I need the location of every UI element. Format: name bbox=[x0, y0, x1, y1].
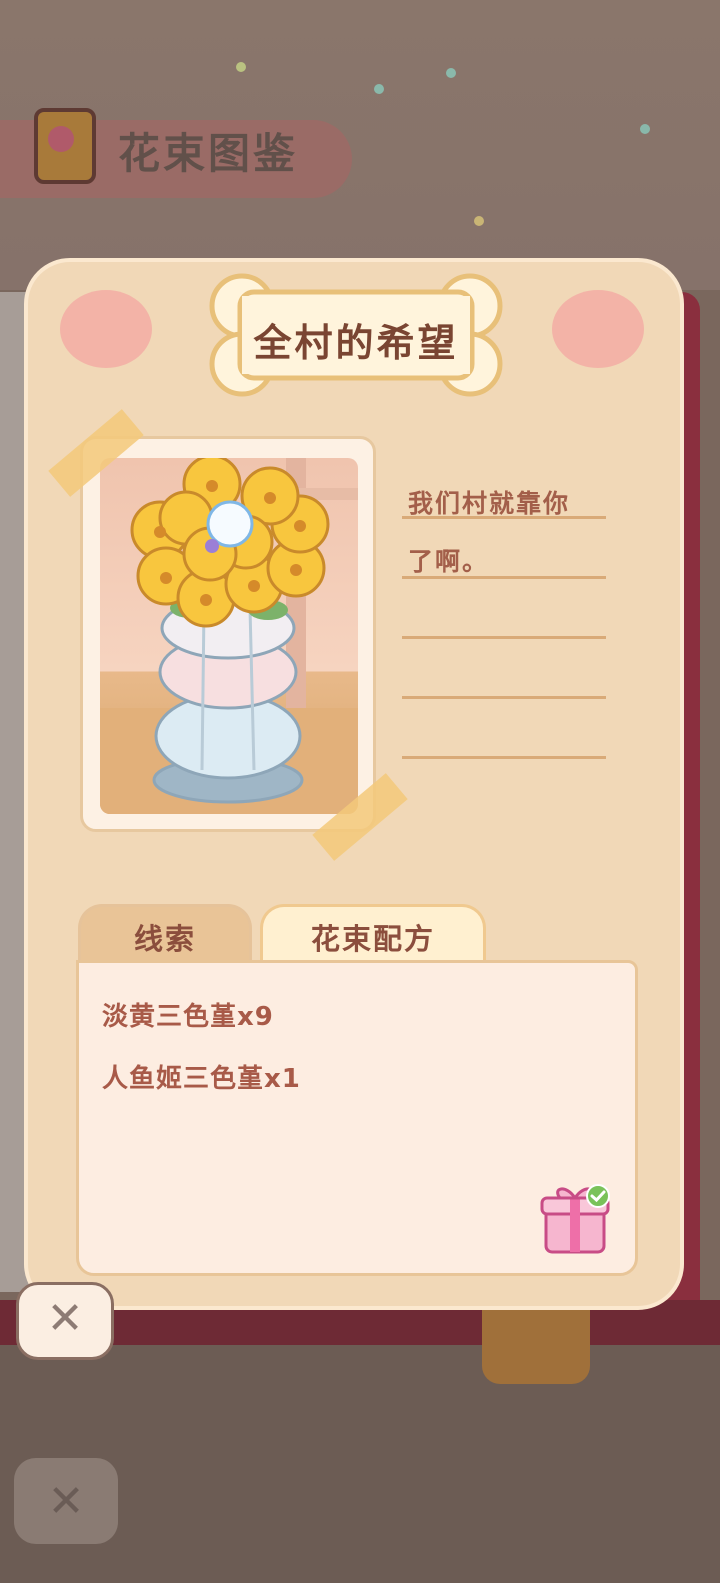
quote-line-1: 我们村就靠你 bbox=[408, 489, 571, 518]
album-title: 花束图鉴 bbox=[118, 129, 299, 178]
note-rule bbox=[402, 576, 606, 579]
tab-recipe[interactable]: 花束配方 bbox=[260, 904, 486, 964]
close-icon: ✕ bbox=[47, 1476, 85, 1527]
bouquet-title: 全村的希望 bbox=[253, 321, 459, 365]
sparkle-icon bbox=[236, 62, 246, 72]
note-rule bbox=[402, 756, 606, 759]
sparkle-icon bbox=[640, 124, 650, 134]
cat-ear-right bbox=[552, 290, 644, 368]
ingredient-item: 人鱼姬三色堇x1 bbox=[102, 1064, 301, 1094]
cat-ear-left bbox=[60, 290, 152, 368]
note-rule bbox=[402, 696, 606, 699]
sparkle-icon bbox=[446, 68, 456, 78]
sparkle-icon bbox=[374, 84, 384, 94]
title-bone-badge: 全村的希望 bbox=[200, 268, 512, 402]
sparkle-icon bbox=[474, 216, 484, 226]
note-rule bbox=[402, 636, 606, 639]
bookmark-ribbon bbox=[482, 1310, 590, 1384]
quote-line-2: 了啊。 bbox=[408, 547, 490, 576]
background-close-button: ✕ bbox=[14, 1458, 118, 1544]
close-icon: ✕ bbox=[46, 1293, 84, 1344]
bouquet-photo bbox=[100, 458, 358, 814]
note-rule bbox=[402, 516, 606, 519]
check-icon bbox=[586, 1184, 610, 1208]
ingredient-item: 淡黄三色堇x9 bbox=[102, 1002, 274, 1032]
tab-clues[interactable]: 线索 bbox=[78, 904, 252, 964]
close-button[interactable]: ✕ bbox=[16, 1282, 114, 1360]
gift-icon[interactable] bbox=[538, 1182, 614, 1258]
album-book-icon bbox=[34, 108, 96, 184]
